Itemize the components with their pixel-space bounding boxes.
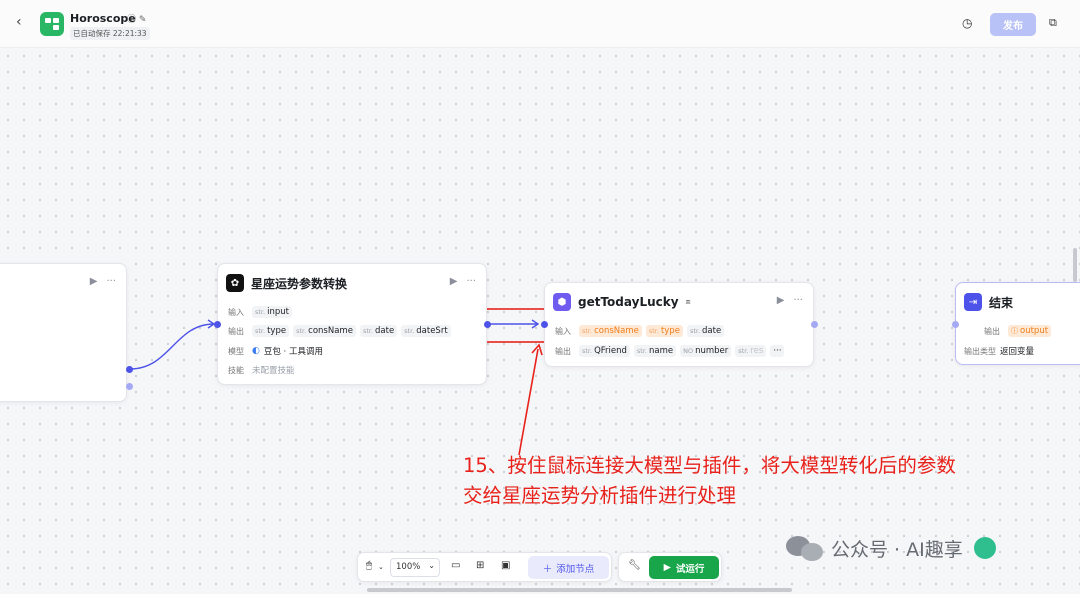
input-tag: str. type xyxy=(645,325,683,337)
run-node-icon[interactable]: ▶ xyxy=(90,276,98,287)
history-icon[interactable]: ◷ xyxy=(962,16,972,30)
output-port[interactable] xyxy=(484,321,491,328)
output-port[interactable] xyxy=(126,366,133,373)
annotation-arrow-line xyxy=(518,348,539,456)
input-port[interactable] xyxy=(952,321,959,328)
autosave-status: 已自动保存 22:21:33 xyxy=(70,27,150,40)
end-output-row: 输出 ⓘ output xyxy=(984,325,1052,337)
output-row: 输出 str. QFriend str. name NO number str. res… xyxy=(555,345,785,357)
input-row: 输入 str. consName str. type str. date xyxy=(555,325,725,337)
input-port[interactable] xyxy=(541,321,548,328)
node-title: getTodayLucky xyxy=(578,295,679,309)
top-bar: ‹ Horoscope ⓘ ✎ 已自动保存 22:21:33 ◷ 发布 ⧉ xyxy=(0,0,1080,48)
plugin-link-icon: ⧈ xyxy=(685,297,691,306)
more-icon[interactable]: ··· xyxy=(106,276,116,287)
output-port-secondary[interactable] xyxy=(126,383,133,390)
output-tag: str. name xyxy=(633,345,677,357)
doubao-model-icon: ◐ xyxy=(252,346,260,356)
canvas-toolbar: 🖱︎ ⌄ 100% ⌄ ▭ ⊞ ▣ ＋ 添加节点 xyxy=(357,552,612,582)
output-tag: ⓘ output xyxy=(1008,325,1052,337)
chevron-down-icon: ⌄ xyxy=(428,561,435,570)
chevron-left-icon[interactable]: ‹ xyxy=(16,14,22,30)
llm-node-param-convert[interactable]: ✿ 星座运势参数转换 ▶ ··· 输入 str. input 输出 str. typ… xyxy=(217,263,487,385)
skill-value: 未配置技能 xyxy=(252,366,295,376)
publish-button[interactable]: 发布 xyxy=(990,13,1036,36)
more-icon[interactable]: ··· xyxy=(793,295,803,306)
more-icon[interactable]: ··· xyxy=(466,276,476,287)
vertical-scrollbar[interactable] xyxy=(1073,248,1077,282)
llm-node-icon: ✿ xyxy=(226,274,244,292)
copy-icon[interactable]: ⧉ xyxy=(1049,16,1057,30)
test-run-button[interactable]: ▶ 试运行 xyxy=(649,556,719,579)
wechat-logo xyxy=(786,534,824,562)
chevron-down-icon[interactable]: ⌄ xyxy=(378,563,384,571)
add-node-button[interactable]: ＋ 添加节点 xyxy=(528,556,609,579)
edge-plugin-arrow xyxy=(531,319,540,329)
plugin-cube-icon: ⬢ xyxy=(553,293,571,311)
output-tag: str. QFriend xyxy=(579,345,630,357)
output-tag: str. dateSrt xyxy=(401,325,451,337)
output-tag: str. res xyxy=(735,345,767,357)
output-tag: str. type xyxy=(252,325,290,337)
end-node[interactable]: ⇥ 结束 输出 ⓘ output 输出类型 返回变量 xyxy=(955,282,1080,365)
annotation-arrow-head xyxy=(531,343,543,356)
mouse-mode-icon[interactable]: 🖱︎ xyxy=(366,560,372,571)
comment-icon[interactable]: ▭ xyxy=(451,560,460,571)
model-value: 豆包 · 工具调用 xyxy=(263,347,323,357)
input-tag: str. date xyxy=(686,325,725,337)
input-tag: str. input xyxy=(252,306,292,318)
output-tag: str. consName xyxy=(293,325,356,337)
horizontal-scrollbar[interactable] xyxy=(367,588,792,592)
output-port[interactable] xyxy=(811,321,818,328)
watermark: 公众号 · AI趣享 xyxy=(786,534,996,562)
node-title: 星座运势参数转换 xyxy=(251,276,348,291)
end-node-icon: ⇥ xyxy=(964,293,982,311)
input-row: 输入 str. input xyxy=(228,306,292,318)
end-output-type-row: 输出类型 返回变量 xyxy=(964,346,1035,358)
wrench-icon[interactable]: 🔧︎ xyxy=(628,560,641,571)
output-row: 输出 str. type str. consName str. date str. da… xyxy=(228,325,451,337)
zoom-select[interactable]: 100% ⌄ xyxy=(390,558,440,577)
plugin-node-get-today-lucky[interactable]: ⬢ getTodayLucky ⧈ ▶ ··· 输入 str. consName … xyxy=(544,282,814,367)
plus-icon: ＋ xyxy=(542,563,553,575)
run-node-icon[interactable]: ▶ xyxy=(450,276,458,287)
input-port[interactable] xyxy=(214,321,221,328)
node-title: 结束 xyxy=(989,295,1014,310)
workflow-title: Horoscope xyxy=(70,12,136,25)
edge-start-to-param xyxy=(129,323,215,370)
info-icon[interactable]: ⓘ xyxy=(127,15,136,25)
output-tag: NO number xyxy=(680,345,732,357)
output-tag: str. date xyxy=(359,325,398,337)
info-icon: ⓘ xyxy=(1011,327,1018,335)
more-outputs-button[interactable]: ··· xyxy=(770,345,785,357)
start-node-partial[interactable]: ▶ ··· xyxy=(0,263,127,402)
edit-icon[interactable]: ✎ xyxy=(139,15,147,25)
run-toolbar: 🔧︎ ▶ 试运行 xyxy=(618,552,722,582)
workflow-app-icon xyxy=(40,12,64,36)
brand-logo xyxy=(973,537,996,559)
model-row: 模型 ◐ 豆包 · 工具调用 xyxy=(228,346,323,357)
minimap-icon[interactable]: ▣ xyxy=(501,560,510,571)
play-icon: ▶ xyxy=(663,562,671,573)
layout-icon[interactable]: ⊞ xyxy=(476,560,484,571)
tutorial-annotation: 15、按住鼠标连接大模型与插件，将大模型转化后的参数 交给星座运势分析插件进行处… xyxy=(463,454,956,507)
run-node-icon[interactable]: ▶ xyxy=(777,295,785,306)
skill-row: 技能 未配置技能 xyxy=(228,365,295,377)
input-tag: str. consName xyxy=(579,325,642,337)
